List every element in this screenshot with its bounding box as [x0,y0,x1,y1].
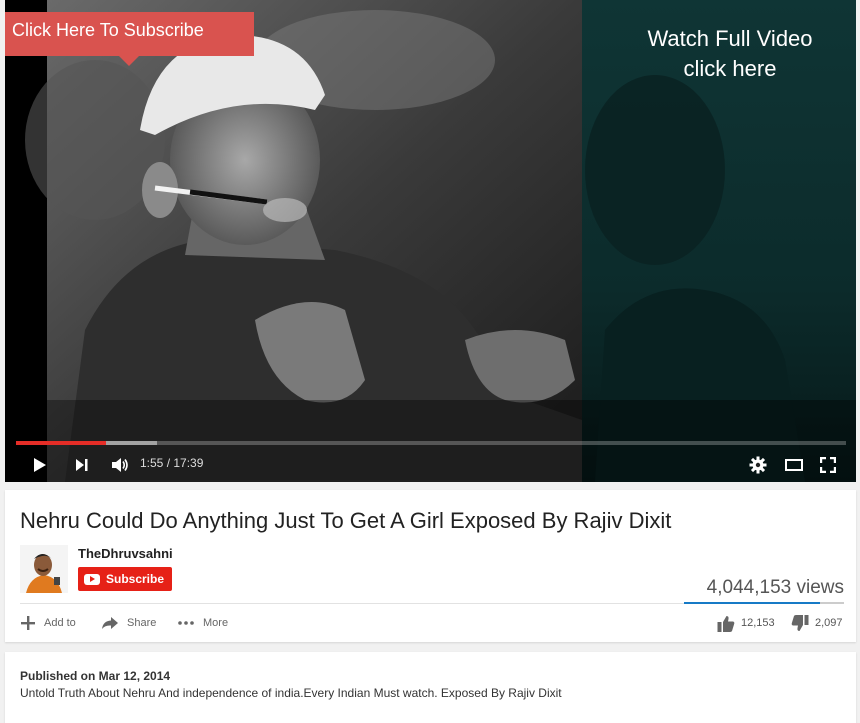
like-button[interactable]: 12,153 [717,614,775,632]
share-label: Share [127,617,157,629]
next-button[interactable] [71,453,93,477]
time-display: 1:55 / 17:39 [140,456,203,470]
description-card: Published on Mar 12, 2014 Untold Truth A… [5,652,856,723]
more-label: More [203,617,229,629]
dislike-count: 2,097 [815,617,843,629]
play-button[interactable] [29,453,51,477]
dislike-button[interactable]: 2,097 [791,614,843,632]
subscribe-button[interactable]: Subscribe [78,567,173,591]
subscribe-annotation-text: Click Here To Subscribe [12,20,204,40]
share-button[interactable]: Share [101,614,156,632]
fullscreen-button[interactable] [817,453,839,477]
player-controls: 1:55 / 17:39 [5,448,856,482]
watch-full-video-annotation[interactable]: Watch Full Video click here [615,24,845,84]
share-arrow-icon [102,617,118,629]
theater-mode-icon [785,459,803,471]
thumbs-up-icon [717,615,735,632]
channel-avatar[interactable] [20,545,68,593]
more-button[interactable]: More [177,614,228,632]
progress-bar[interactable] [16,441,846,445]
thumbs-down-icon [791,614,809,631]
avatar-image [20,545,68,593]
next-icon [76,459,88,471]
theater-mode-button[interactable] [783,453,805,477]
current-time: 1:55 [140,456,164,470]
watch-full-video-text: Watch Full Video [647,26,813,51]
video-info-card: Nehru Could Do Anything Just To Get A Gi… [5,490,856,642]
plus-icon [21,616,35,630]
video-description: Untold Truth About Nehru And independenc… [20,686,562,700]
published-date: Published on Mar 12, 2014 [20,669,171,683]
subscribe-annotation[interactable]: Click Here To Subscribe [5,12,254,66]
gear-icon [749,456,767,474]
video-player[interactable]: Click Here To Subscribe Watch Full Video… [5,0,856,482]
duration: 17:39 [173,456,204,470]
more-dots-icon [178,621,194,625]
channel-name[interactable]: TheDhruvsahni [78,546,173,561]
click-here-text: click here [683,56,777,81]
fullscreen-icon [820,457,836,473]
sentiment-bar [684,602,844,604]
progress-played [16,441,107,445]
volume-icon [112,458,128,472]
add-to-label: Add to [44,617,76,629]
sentiment-like-fill [684,602,821,604]
subscribe-label: Subscribe [106,572,165,586]
annotation-pointer [119,56,139,66]
add-to-button[interactable]: Add to [20,614,76,632]
volume-button[interactable] [109,453,131,477]
view-count: 4,044,153 views [706,577,844,598]
video-title: Nehru Could Do Anything Just To Get A Gi… [20,508,672,533]
like-count: 12,153 [741,617,775,629]
youtube-logo-icon [84,573,100,585]
settings-button[interactable] [747,453,769,477]
play-icon [34,458,46,472]
